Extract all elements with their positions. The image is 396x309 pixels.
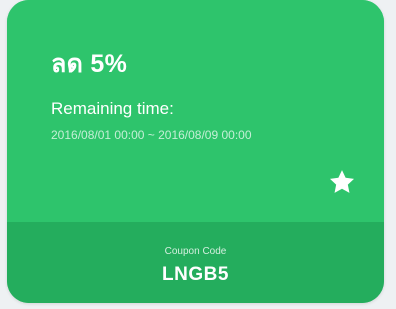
coupon-code-label: Coupon Code [164,246,227,257]
validity-period: 2016/08/01 00:00 ~ 2016/08/09 00:00 [51,128,252,142]
star-icon-graphic [329,170,355,193]
star-icon[interactable] [328,168,356,196]
coupon-code: LNGB5 [162,264,229,285]
discount-title: ลด 5% [51,50,128,78]
coupon-card[interactable]: ลด 5% Remaining time: 2016/08/01 00:00 ~… [7,0,384,303]
coupon-code-section [7,222,384,303]
remaining-time-label: Remaining time: [51,99,174,118]
